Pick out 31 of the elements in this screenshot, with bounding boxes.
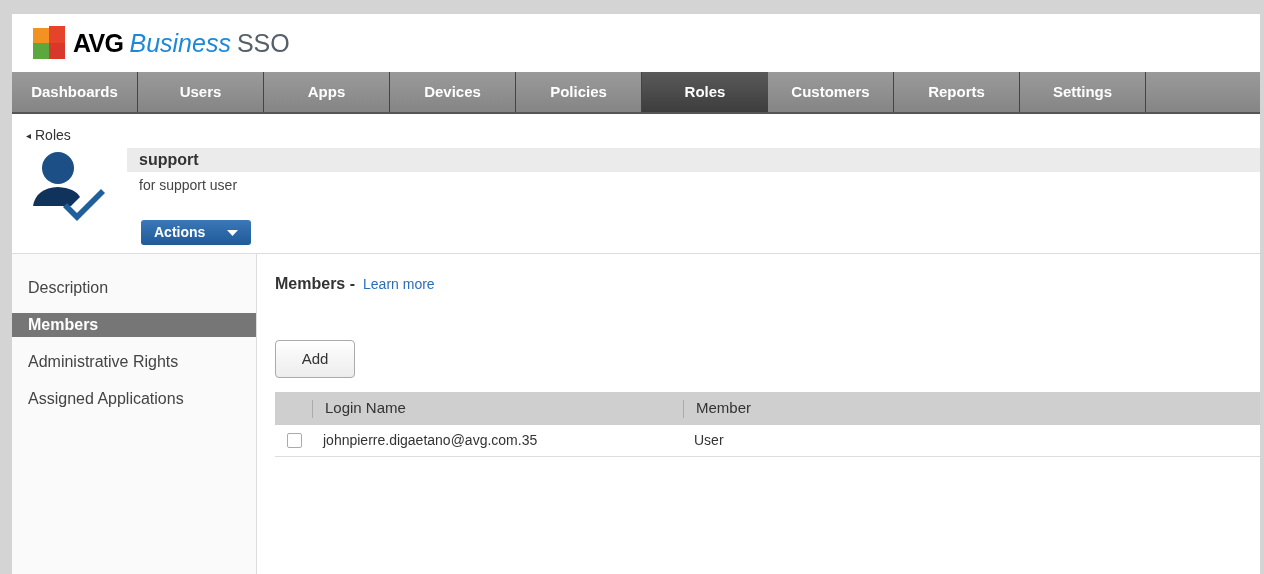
sidebar-item[interactable]: Administrative Rights <box>12 350 256 374</box>
nav-tab[interactable]: Customers <box>768 72 894 112</box>
caret-icon <box>227 229 239 236</box>
logo-icon <box>33 26 67 60</box>
breadcrumb-link[interactable]: Roles <box>35 125 71 146</box>
actions-button[interactable]: Actions <box>141 220 251 245</box>
add-button[interactable]: Add <box>275 340 355 378</box>
nav-tab[interactable]: Apps <box>264 72 390 112</box>
table-cell: User <box>694 432 724 448</box>
sidebar-item[interactable]: Members <box>12 313 256 337</box>
back-arrow-icon[interactable]: ◂ <box>26 128 31 143</box>
nav-tab[interactable]: Users <box>138 72 264 112</box>
learn-more-link[interactable]: Learn more <box>363 274 435 295</box>
role-description: for support user <box>139 176 238 195</box>
logo-product: Business <box>129 30 231 56</box>
role-name: support <box>139 150 199 170</box>
table-cell: johnpierre.digaetano@avg.com.35 <box>323 432 538 448</box>
nav-tab[interactable]: Roles <box>642 72 768 112</box>
logo-brand: AVG <box>73 30 124 56</box>
column-header: Member <box>696 398 751 419</box>
sidebar-item[interactable]: Assigned Applications <box>12 387 256 411</box>
sidebar-item[interactable]: Description <box>12 276 256 300</box>
section-title: Members - <box>275 274 356 294</box>
user-check-icon <box>33 151 107 221</box>
nav-tab[interactable]: Reports <box>894 72 1020 112</box>
nav-tab[interactable]: Devices <box>390 72 516 112</box>
row-checkbox[interactable] <box>286 433 302 448</box>
column-header: Login Name <box>325 398 406 419</box>
logo-suffix: SSO <box>236 30 290 56</box>
nav-tab[interactable]: Dashboards <box>12 72 138 112</box>
nav-tab[interactable]: Settings <box>1020 72 1146 112</box>
